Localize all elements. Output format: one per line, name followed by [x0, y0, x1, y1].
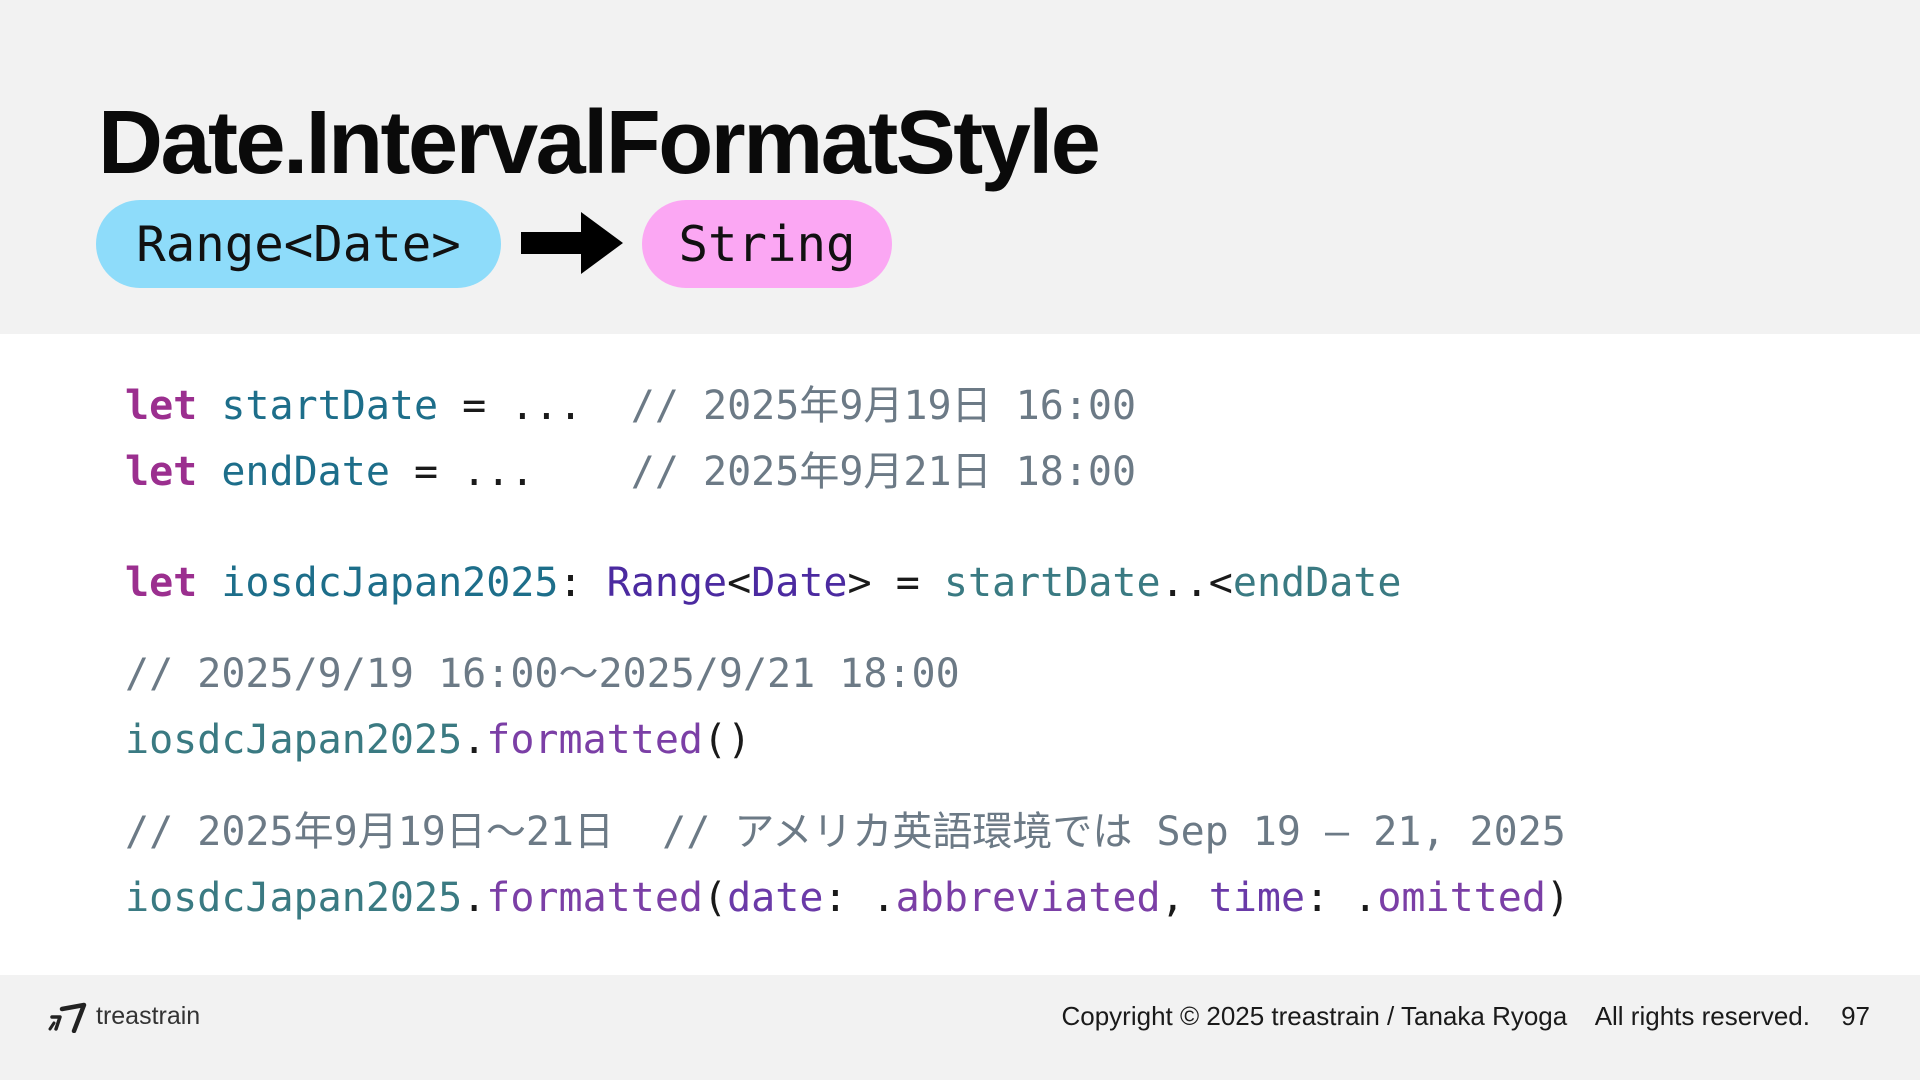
- code-text: : .: [823, 875, 896, 921]
- variable-name: startDate: [221, 383, 439, 429]
- enum-value: abbreviated: [895, 875, 1161, 921]
- keyword: let: [125, 560, 198, 606]
- page-number: 97: [1841, 1001, 1870, 1031]
- code-text: >: [847, 560, 872, 606]
- output-type-pill: String: [642, 200, 892, 288]
- code-comment: // アメリカ英語環境では Sep 19 – 21, 2025: [662, 809, 1566, 855]
- variable-name: endDate: [221, 449, 390, 495]
- slide-title: Date.IntervalFormatStyle: [98, 93, 1101, 193]
- code-text: .: [462, 717, 487, 763]
- code-text: <: [727, 560, 752, 606]
- right-arrow-icon: [521, 212, 623, 274]
- code-line-comment-abbreviated: // 2025年9月19日〜21日 // アメリカ英語環境では Sep 19 –…: [125, 802, 1566, 862]
- code-line-start-date: let startDate = ... // 2025年9月19日 16:00: [125, 376, 1136, 436]
- copyright-text: Copyright © 2025 treastrain / Tanaka Ryo…: [1061, 1001, 1810, 1031]
- variable-ref: iosdcJapan2025: [125, 717, 463, 763]
- code-text: =: [871, 560, 944, 606]
- code-text: :: [558, 560, 607, 606]
- variable-ref: startDate: [943, 560, 1161, 606]
- code-line-range: let iosdcJapan2025: Range<Date> = startD…: [125, 553, 1401, 613]
- code-text: ,: [1160, 875, 1209, 921]
- code-comment: // 2025/9/19 16:00〜2025/9/21 18:00: [125, 651, 960, 697]
- code-text: (): [703, 717, 752, 763]
- code-line-formatted-default: iosdcJapan2025.formatted(): [125, 710, 751, 770]
- input-type-pill: Range<Date>: [96, 200, 501, 288]
- code-text: = ...: [389, 449, 535, 495]
- code-text: (: [703, 875, 728, 921]
- type-name: Date: [751, 560, 848, 606]
- range-operator: ..<: [1160, 560, 1233, 606]
- code-text: ): [1545, 875, 1570, 921]
- method-name: formatted: [486, 875, 703, 921]
- brand-name: treastrain: [96, 1002, 201, 1030]
- method-name: formatted: [486, 717, 703, 763]
- treastrain-logo-icon: [48, 1002, 87, 1033]
- variable-ref: endDate: [1232, 560, 1402, 606]
- argument-label: date: [727, 875, 824, 921]
- code-line-comment-default: // 2025/9/19 16:00〜2025/9/21 18:00: [125, 644, 960, 704]
- type-name: Range: [606, 560, 728, 606]
- enum-value: omitted: [1377, 875, 1546, 921]
- keyword: let: [125, 383, 198, 429]
- variable-ref: iosdcJapan2025: [125, 875, 463, 921]
- code-line-end-date: let endDate = ... // 2025年9月21日 18:00: [125, 442, 1136, 502]
- code-comment: // 2025年9月19日 16:00: [630, 383, 1137, 429]
- variable-name: iosdcJapan2025: [221, 560, 559, 606]
- slide-header: Date.IntervalFormatStyle Range<Date> Str…: [0, 0, 1920, 334]
- code-comment: // 2025年9月21日 18:00: [630, 449, 1137, 495]
- code-comment: // 2025年9月19日〜21日: [125, 809, 614, 855]
- code-text: .: [462, 875, 487, 921]
- code-text: : .: [1305, 875, 1378, 921]
- code-line-formatted-abbreviated: iosdcJapan2025.formatted(date: .abbrevia…: [125, 868, 1570, 928]
- keyword: let: [125, 449, 198, 495]
- code-text: = ...: [438, 383, 583, 429]
- argument-label: time: [1208, 875, 1306, 921]
